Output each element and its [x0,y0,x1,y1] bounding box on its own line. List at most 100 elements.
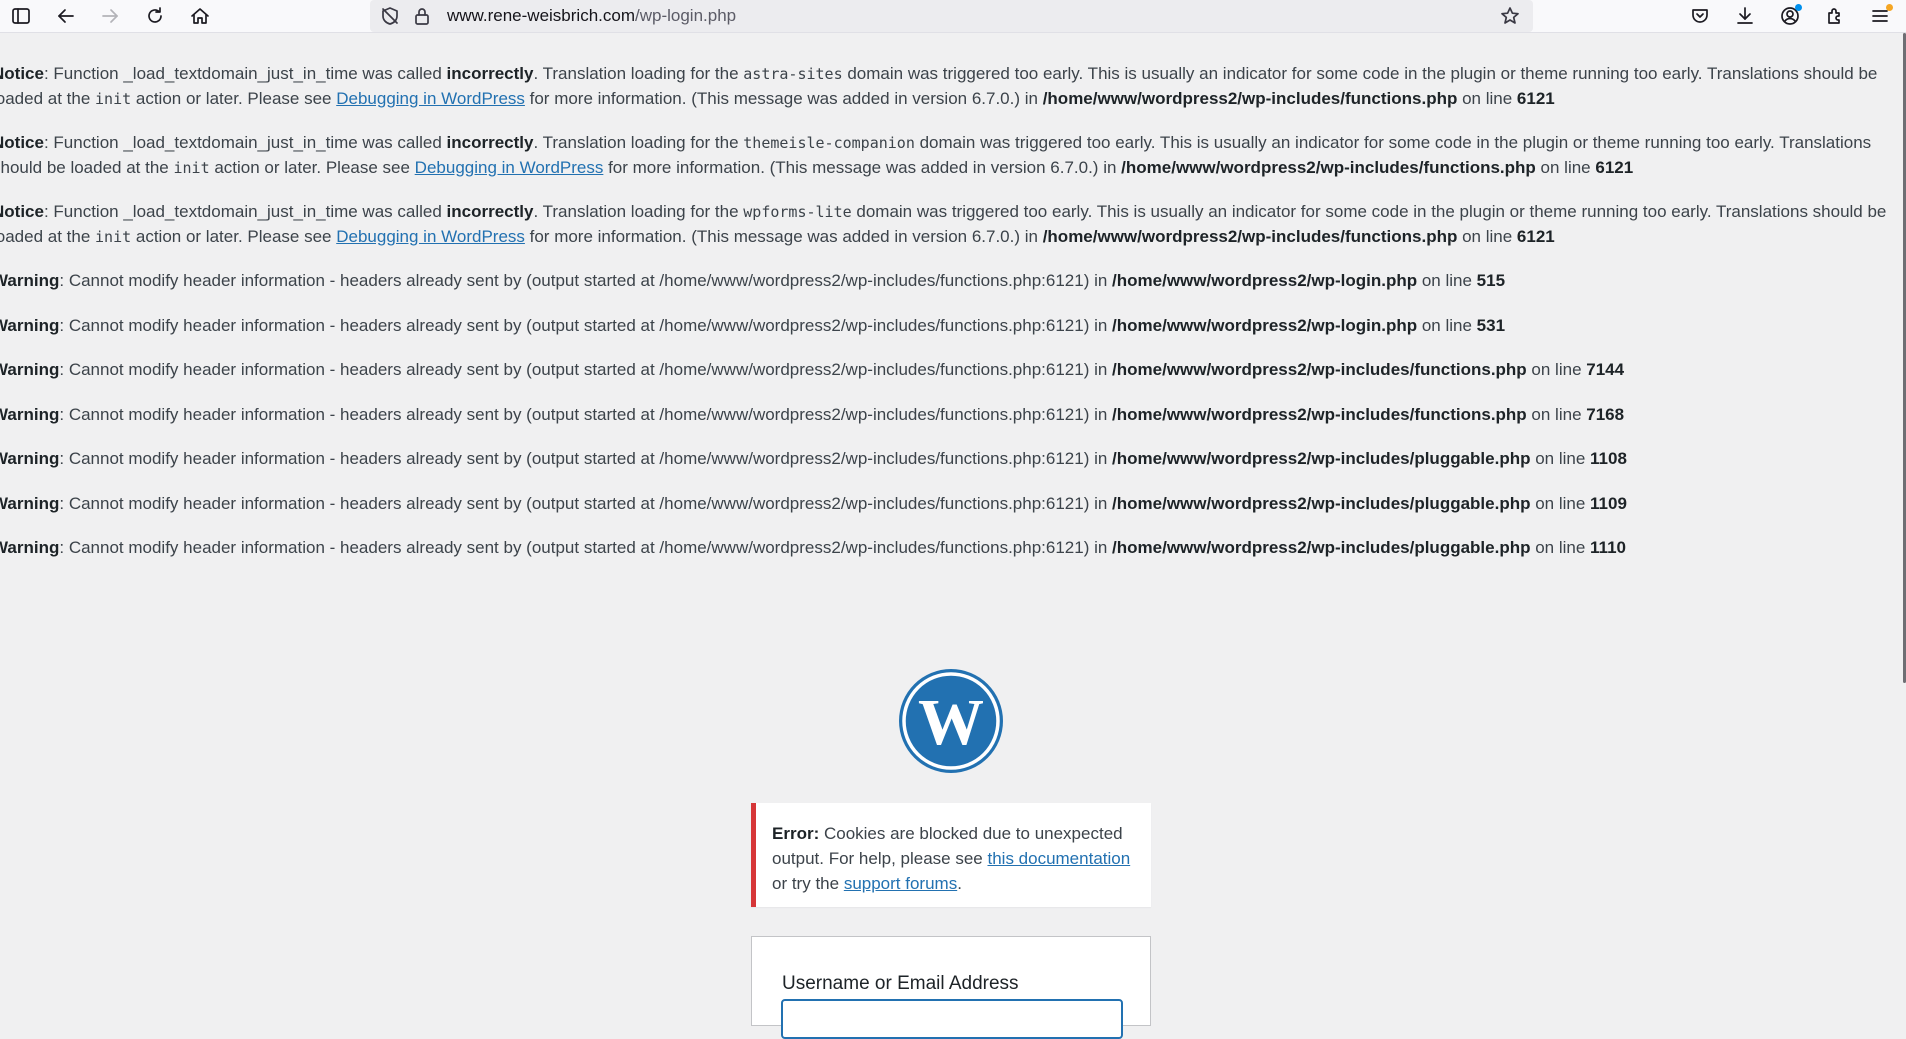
warning-message: Warning: Cannot modify header informatio… [0,492,1898,517]
url-path: /wp-login.php [635,6,737,25]
wordpress-logo-icon[interactable]: W [898,668,1004,774]
warning-message: Warning: Cannot modify header informatio… [0,536,1898,561]
reload-icon[interactable] [140,2,170,30]
pocket-icon[interactable] [1685,2,1715,30]
support-forums-link[interactable]: support forums [844,874,957,893]
bookmark-star-icon[interactable] [1499,5,1521,27]
warning-label: Warning [0,493,60,513]
notice-init: init [95,89,132,108]
warning-message: Warning: Cannot modify header informatio… [0,403,1898,428]
notice-text: for more information. (This message was … [524,226,1043,246]
warning-label: Warning [0,538,60,557]
warning-text: : Cannot modify header information - hea… [59,360,1113,379]
warning-file: /home/www/wordpress2/wp-includes/pluggab… [1112,493,1531,513]
forward-icon[interactable] [95,2,125,30]
notice-line: 6121 [1516,88,1555,108]
warning-message: Warning: Cannot modify header informatio… [0,269,1898,294]
warning-line: 7168 [1586,404,1625,424]
warning-text: on line [1530,493,1591,513]
warning-text: : Cannot modify header information - hea… [59,493,1113,513]
debugging-link[interactable]: Debugging in WordPress [336,89,525,108]
warning-text: on line [1526,404,1587,424]
warning-text: : Cannot modify header information - hea… [59,538,1113,557]
notice-label: Notice [0,64,44,83]
notice-strong: incorrectly [446,133,534,152]
php-messages: Notice: Function _load_textdomain_just_i… [0,62,1898,581]
back-icon[interactable] [51,2,81,30]
notice-file: /home/www/wordpress2/wp-includes/functio… [1042,88,1458,108]
notice-domain: wpforms-lite [743,203,852,221]
notice-strong: incorrectly [446,64,534,83]
debugging-link[interactable]: Debugging in WordPress [336,227,525,246]
warning-file: /home/www/wordpress2/wp-login.php [1112,315,1418,335]
notice-text: action or later. Please see [131,226,337,246]
notice-text: . Translation loading for the [533,64,744,83]
url-domain: www.rene-weisbrich.com [447,6,635,25]
lock-icon[interactable] [411,5,433,27]
warning-text: on line [1417,271,1477,290]
notice-text: on line [1535,157,1596,177]
warning-label: Warning [0,271,60,290]
svg-text:W: W [918,686,984,759]
browser-toolbar: www.rene-weisbrich.com/wp-login.php [0,0,1906,33]
account-icon[interactable] [1775,2,1805,30]
warning-line: 515 [1476,271,1506,290]
notice-init: init [95,227,132,246]
notice-text: on line [1457,88,1517,108]
tracking-protection-icon[interactable] [379,5,401,27]
downloads-icon[interactable] [1730,2,1760,30]
sidebar-icon[interactable] [6,2,36,30]
warning-label: Warning [0,315,60,335]
notice-line: 6121 [1516,226,1555,246]
warning-file: /home/www/wordpress2/wp-includes/pluggab… [1112,449,1531,468]
warning-message: Warning: Cannot modify header informatio… [0,314,1898,339]
error-text: or try the [772,874,844,893]
warning-line: 1108 [1590,449,1627,468]
extensions-icon[interactable] [1820,2,1850,30]
notice-text: action or later. Please see [131,88,337,108]
login-form: Username or Email Address [751,936,1151,1039]
warning-message: Warning: Cannot modify header informatio… [0,447,1898,472]
notice-file: /home/www/wordpress2/wp-includes/functio… [1042,226,1458,246]
notice-file: /home/www/wordpress2/wp-includes/functio… [1121,157,1536,177]
warning-file: /home/www/wordpress2/wp-includes/functio… [1112,404,1527,424]
notice-label: Notice [0,133,44,152]
warning-message: Warning: Cannot modify header informatio… [0,358,1898,383]
warning-line: 1109 [1590,493,1627,513]
warning-text: on line [1530,449,1591,468]
warning-label: Warning [0,404,60,424]
notice-domain: themeisle-companion [743,134,915,152]
url-text[interactable]: www.rene-weisbrich.com/wp-login.php [447,0,736,32]
notice-init: init [173,158,210,177]
warning-text: : Cannot modify header information - hea… [59,315,1113,335]
notice-text: . Translation loading for the [533,133,744,152]
warning-file: /home/www/wordpress2/wp-includes/pluggab… [1112,538,1531,557]
warning-text: on line [1417,315,1477,335]
notice-text: action or later. Please see [209,157,415,177]
home-icon[interactable] [185,2,215,30]
notice-text: . Translation loading for the [533,202,744,221]
warning-file: /home/www/wordpress2/wp-login.php [1112,271,1418,290]
warning-text: : Cannot modify header information - hea… [59,449,1113,468]
warning-line: 7144 [1586,360,1625,379]
warning-label: Warning [0,360,60,379]
menu-icon[interactable] [1865,2,1895,30]
notice-line: 6121 [1595,157,1634,177]
account-badge [1795,4,1802,11]
warning-label: Warning [0,449,60,468]
url-bar[interactable]: www.rene-weisbrich.com/wp-login.php [370,0,1533,32]
notice-text: for more information. (This message was … [524,88,1043,108]
username-input[interactable] [781,999,1123,1039]
documentation-link[interactable]: this documentation [987,849,1130,868]
notice-label: Notice [0,202,44,221]
debugging-link[interactable]: Debugging in WordPress [415,158,604,177]
update-badge [1886,4,1893,11]
notice-text: for more information. (This message was … [603,157,1122,177]
warning-text: : Cannot modify header information - hea… [59,404,1113,424]
notice-domain: astra-sites [743,65,843,83]
notice-text: on line [1457,226,1517,246]
warning-text: on line [1530,538,1591,557]
warning-text: : Cannot modify header information - hea… [59,271,1113,290]
login-error-notice: Error: Cookies are blocked due to unexpe… [751,803,1151,907]
notice-text: : Function _load_textdomain_just_in_time… [43,202,447,221]
